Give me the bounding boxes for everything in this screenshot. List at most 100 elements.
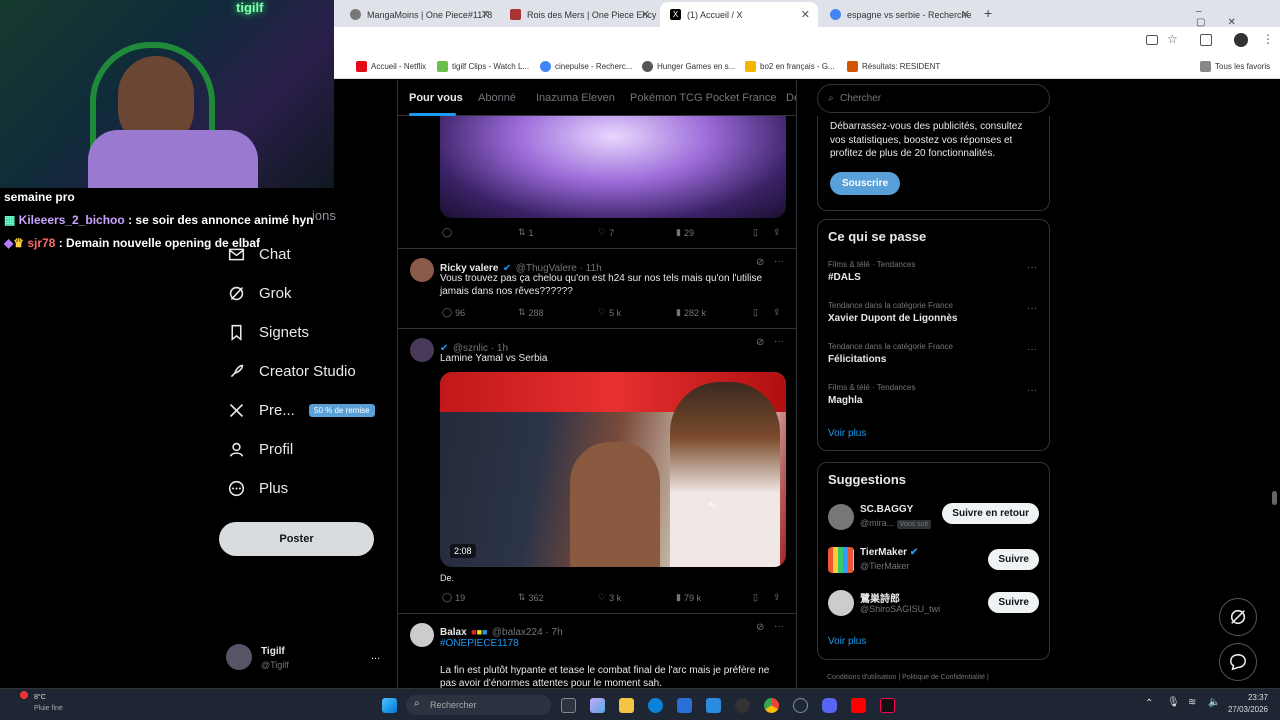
tiermaker-avatar[interactable] [828,547,854,573]
like-button[interactable]: ♡ 3 k [598,592,621,603]
bookmark-twitch-clips[interactable]: tigilf Clips - Watch L... [437,61,529,72]
more-icon[interactable]: ··· [774,336,784,347]
file-explorer-icon[interactable] [619,698,634,713]
more-icon[interactable]: ··· [774,621,784,632]
reply-button[interactable]: ◯ 96 [442,307,465,318]
share-icon[interactable]: ⇪ [773,592,781,603]
avatar[interactable] [410,258,434,282]
store-icon[interactable] [677,698,692,713]
see-more-link[interactable]: Voir plus [828,636,866,647]
tab-partial[interactable]: De [786,92,796,104]
bookmark-cinepulse[interactable]: cinepulse - Recherc... [540,61,632,72]
grok-icon[interactable]: ⊘ [756,337,764,348]
trend-item[interactable]: Films & télé · Tendances Maghla [828,383,1038,406]
youtube-icon[interactable] [851,698,866,713]
account-more-icon[interactable]: ... [371,650,380,662]
share-icon[interactable]: ⇪ [773,227,781,238]
repost-button[interactable]: ⇅ 362 [518,592,544,603]
notifications-nav-partial[interactable]: ions [312,208,336,223]
tab-following[interactable]: Abonné [478,92,516,104]
wifi-icon[interactable]: ≋ [1188,697,1196,708]
nav-chat[interactable]: Chat [228,246,291,263]
more-icon[interactable]: ··· [1027,344,1037,355]
follow-back-button[interactable]: Suivre en retour [942,503,1039,524]
bookmark-resident[interactable]: Résultats: RESIDENT [847,61,940,72]
account-avatar[interactable] [226,644,252,670]
views-button[interactable]: ▮ 282 k [676,307,706,318]
tab-pokemon-tcg[interactable]: Pokémon TCG Pocket France [630,92,777,104]
trend-item[interactable]: Tendance dans la catégorie France Félicit… [828,342,1038,365]
copilot-icon[interactable] [590,698,605,713]
close-icon[interactable]: ✕ [481,8,490,21]
like-button[interactable]: ♡ 7 [598,227,614,238]
avatar[interactable] [828,504,854,530]
window-controls[interactable]: –▢✕ [1196,6,1280,28]
nav-more[interactable]: Plus [228,480,288,497]
bookmark-hunger-games[interactable]: Hunger Games en s... [642,61,735,72]
more-icon[interactable]: ··· [774,256,784,267]
nav-bookmarks[interactable]: Signets [228,324,309,341]
nav-creator-studio[interactable]: Creator Studio [228,363,356,380]
extensions-icon[interactable] [1200,34,1212,46]
close-icon[interactable]: ✕ [961,8,970,21]
microphone-icon[interactable]: 🎙 [1167,697,1180,708]
volume-icon[interactable]: 🔈 [1208,697,1220,708]
follow-button[interactable]: Suivre [988,549,1039,570]
steam-icon[interactable] [793,698,808,713]
browser-tab-search[interactable]: espagne vs serbie - Recherche ✕ [820,2,978,27]
avatar[interactable] [828,590,854,616]
avatar[interactable] [410,623,434,647]
trend-item[interactable]: Films & télé · Tendances #DALS [828,260,1038,283]
browser-tab-mangamoins[interactable]: MangaMoins | One Piece#1178 ✕ [340,2,498,27]
reply-button[interactable]: ◯ [442,227,455,238]
scrollbar-thumb[interactable] [1272,491,1277,505]
tab-for-you[interactable]: Pour vous [409,92,463,104]
messages-floating-button[interactable] [1219,643,1257,681]
repost-button[interactable]: ⇅ 288 [518,307,544,318]
weather-temp[interactable]: 8°C [34,694,46,701]
see-more-link[interactable]: Voir plus [828,428,866,439]
grok-icon[interactable]: ⊘ [756,257,764,268]
menu-icon[interactable]: ⋮ [1262,32,1274,46]
views-button[interactable]: ▮ 79 k [676,592,701,603]
post-media-image[interactable] [440,116,786,218]
browser-tab-x-home[interactable]: X (1) Accueil / X ✕ [660,2,818,27]
cast-icon[interactable] [1146,35,1158,45]
obs-icon[interactable] [735,698,750,713]
nav-premium[interactable]: Pre... [228,402,295,419]
post-button[interactable]: Poster [219,522,374,556]
post-video[interactable]: 2:08 [440,372,786,567]
tab-inazuma-eleven[interactable]: Inazuma Eleven [536,92,615,104]
task-view-icon[interactable] [561,698,576,713]
reply-button[interactable]: ◯ 19 [442,592,465,603]
account-name[interactable]: Tigilf [261,646,285,657]
discord-icon[interactable] [822,698,837,713]
more-icon[interactable]: ··· [1027,303,1037,314]
share-icon[interactable]: ⇪ [773,307,781,318]
post-hashtag[interactable]: #ONEPIECE1178 [440,637,519,650]
chevron-up-icon[interactable]: ⌃ [1145,698,1153,709]
star-icon[interactable]: ☆ [1167,32,1178,46]
follow-button[interactable]: Suivre [988,592,1039,613]
chrome-icon[interactable] [764,698,779,713]
grok-floating-button[interactable] [1219,598,1257,636]
subscribe-button[interactable]: Souscrire [830,172,901,195]
more-icon[interactable]: ··· [1027,385,1037,396]
bookmark-bo2[interactable]: bo2 en français - G... [745,61,835,72]
suggestion-name[interactable]: SC.BAGGY [860,504,913,515]
search-box[interactable]: ⌕ Chercher [817,84,1050,113]
profile-avatar[interactable] [1234,33,1248,47]
avatar[interactable] [410,338,434,362]
close-icon[interactable]: ✕ [641,8,650,21]
nav-profile[interactable]: Profil [228,441,293,458]
suggestion-name[interactable]: TierMaker ✔ [860,547,918,558]
clock-date[interactable]: 27/03/2026 [1222,705,1268,714]
bookmark-button[interactable]: ▯ [753,592,758,603]
nav-grok[interactable]: Grok [228,285,292,302]
suggestion-name[interactable]: 鷺巣詩郎 [860,590,900,605]
vscode-icon[interactable] [706,698,721,713]
trend-item[interactable]: Tendance dans la catégorie France Xavier … [828,301,1038,324]
like-button[interactable]: ♡ 5 k [598,307,621,318]
close-icon[interactable]: ✕ [801,8,810,21]
views-button[interactable]: ▮ 29 [676,227,694,238]
